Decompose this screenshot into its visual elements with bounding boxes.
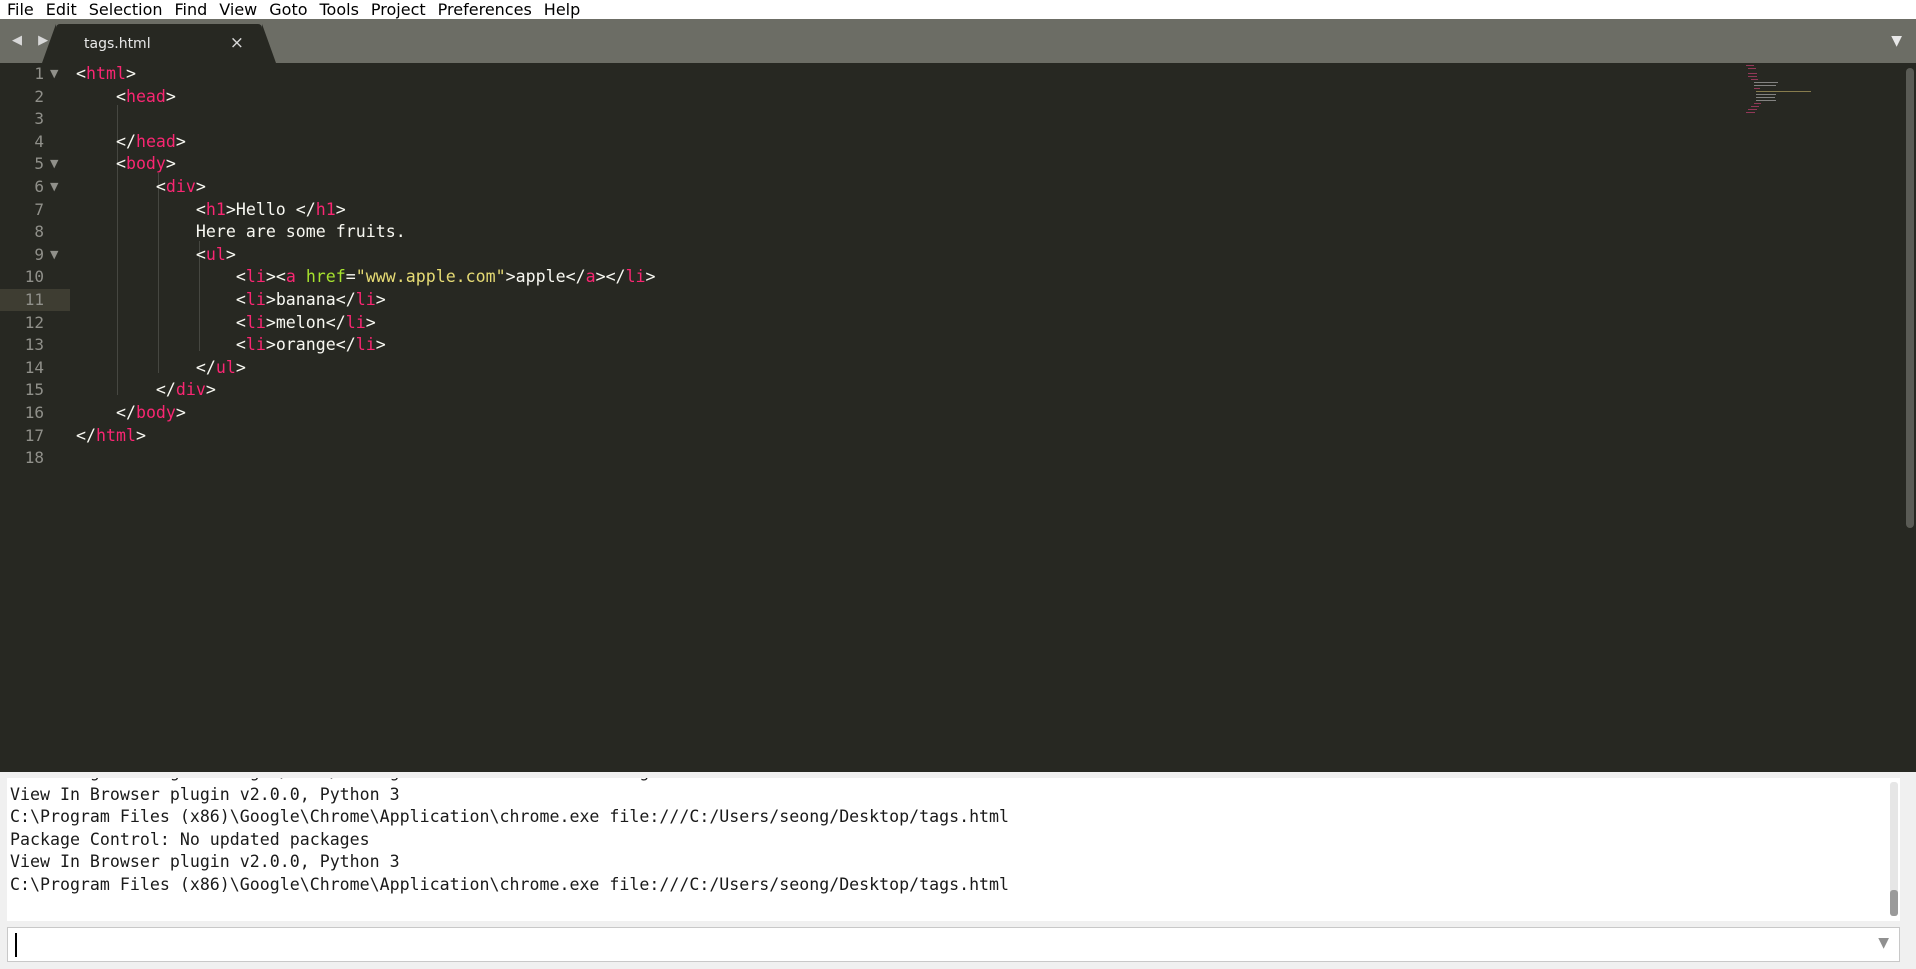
console-line: Package Control: No updated packages xyxy=(10,829,370,849)
menu-project[interactable]: Project xyxy=(365,0,432,19)
menu-view[interactable]: View xyxy=(213,0,263,19)
code-line[interactable]: <div> xyxy=(76,176,656,199)
console-line: View In Browser plugin v2.0.0, Python 3 xyxy=(10,852,400,872)
code-line[interactable]: </html> xyxy=(76,425,656,448)
line-number: 1 xyxy=(34,64,44,83)
tab-tags-html[interactable]: tags.html × xyxy=(56,24,262,63)
tab-label: tags.html xyxy=(84,36,151,52)
console-line: C:\Program Files (x86)\Google\Chrome\App… xyxy=(10,807,1010,827)
line-number: 11 xyxy=(24,290,44,309)
code-line[interactable]: </ul> xyxy=(76,357,656,380)
line-number: 16 xyxy=(24,403,44,422)
code-editor[interactable]: 1 ▼ 2 3 4 5 ▼ 6 ▼ 7 8 9 ▼ 10 11 12 13 14 15 16 17 18 <html> <… xyxy=(0,63,1916,772)
code-line[interactable]: </body> xyxy=(76,402,656,425)
code-line[interactable]: <body> xyxy=(76,153,656,176)
tab-bar: ◀ ▶ tags.html × ▼ xyxy=(0,19,1916,63)
menu-help[interactable]: Help xyxy=(538,0,586,19)
line-number: 15 xyxy=(24,380,44,400)
text-caret xyxy=(15,933,17,957)
gutter: 1 ▼ 2 3 4 5 ▼ 6 ▼ 7 8 9 ▼ 10 11 12 13 14 15 16 17 18 xyxy=(0,63,70,772)
code-line[interactable]: <li><a href="www.apple.com">apple</a></l… xyxy=(76,266,656,289)
line-number: 3 xyxy=(34,109,44,129)
menu-goto[interactable]: Goto xyxy=(263,0,313,19)
line-number: 8 xyxy=(34,222,44,242)
code-line[interactable]: ​ xyxy=(76,108,656,131)
line-number: 14 xyxy=(24,357,44,377)
line-number: 10 xyxy=(24,267,44,287)
line-number: 12 xyxy=(24,312,44,332)
line-number: 17 xyxy=(24,425,44,445)
line-number: 2 xyxy=(34,86,44,106)
menu-tools[interactable]: Tools xyxy=(314,0,365,19)
fold-arrow-icon[interactable]: ▼ xyxy=(50,176,58,199)
code-content[interactable]: <html> <head>​ </head> <body> <div> <h1>… xyxy=(76,63,656,470)
line-number: 9 xyxy=(34,244,44,264)
console-scrollbar-thumb[interactable] xyxy=(1890,890,1898,916)
menu-file[interactable]: File xyxy=(0,0,40,19)
code-line[interactable]: <h1>Hello </h1> xyxy=(76,199,656,222)
line-number: 4 xyxy=(34,131,44,151)
console-line: View In Browser plugin v2.0.0, Python 3 xyxy=(10,784,400,804)
code-line[interactable]: <head> xyxy=(76,86,656,109)
code-line[interactable]: <html> xyxy=(76,63,656,86)
code-line[interactable]: </head> xyxy=(76,131,656,154)
fold-arrow-icon[interactable]: ▼ xyxy=(50,63,58,86)
console-output: Reloading settings Packages/User/Package… xyxy=(7,778,1900,921)
close-icon[interactable]: × xyxy=(230,33,244,53)
menu-edit[interactable]: Edit xyxy=(40,0,83,19)
fold-arrow-icon[interactable]: ▼ xyxy=(50,153,58,176)
line-number: 13 xyxy=(24,335,44,355)
code-line[interactable]: Here are some fruits. xyxy=(76,221,656,244)
menu-selection[interactable]: Selection xyxy=(83,0,169,19)
code-line[interactable]: <li>banana</li> xyxy=(76,289,656,312)
menu-preferences[interactable]: Preferences xyxy=(432,0,538,19)
menu-find[interactable]: Find xyxy=(169,0,214,19)
code-line[interactable]: <ul> xyxy=(76,244,656,267)
editor-scrollbar[interactable] xyxy=(1906,68,1914,528)
menu-bar: File Edit Selection Find View Goto Tools Projec… xyxy=(0,0,1916,19)
minimap[interactable] xyxy=(1746,63,1856,123)
fold-arrow-icon[interactable]: ▼ xyxy=(50,244,58,267)
code-line[interactable]: <li>orange</li> xyxy=(76,334,656,357)
line-number: 5 xyxy=(34,154,44,174)
console-input[interactable]: ▼ xyxy=(7,927,1900,962)
line-number: 18 xyxy=(24,448,44,468)
tab-dropdown-icon[interactable]: ▼ xyxy=(1891,33,1902,49)
code-line[interactable]: <li>melon</li> xyxy=(76,312,656,335)
line-number: 7 xyxy=(34,199,44,219)
input-dropdown-icon[interactable]: ▼ xyxy=(1878,935,1889,951)
code-line[interactable]: </div> xyxy=(76,379,656,402)
line-number: 6 xyxy=(34,177,44,196)
console-line: C:\Program Files (x86)\Google\Chrome\App… xyxy=(10,874,1010,894)
code-line[interactable]: ​ xyxy=(76,447,656,470)
